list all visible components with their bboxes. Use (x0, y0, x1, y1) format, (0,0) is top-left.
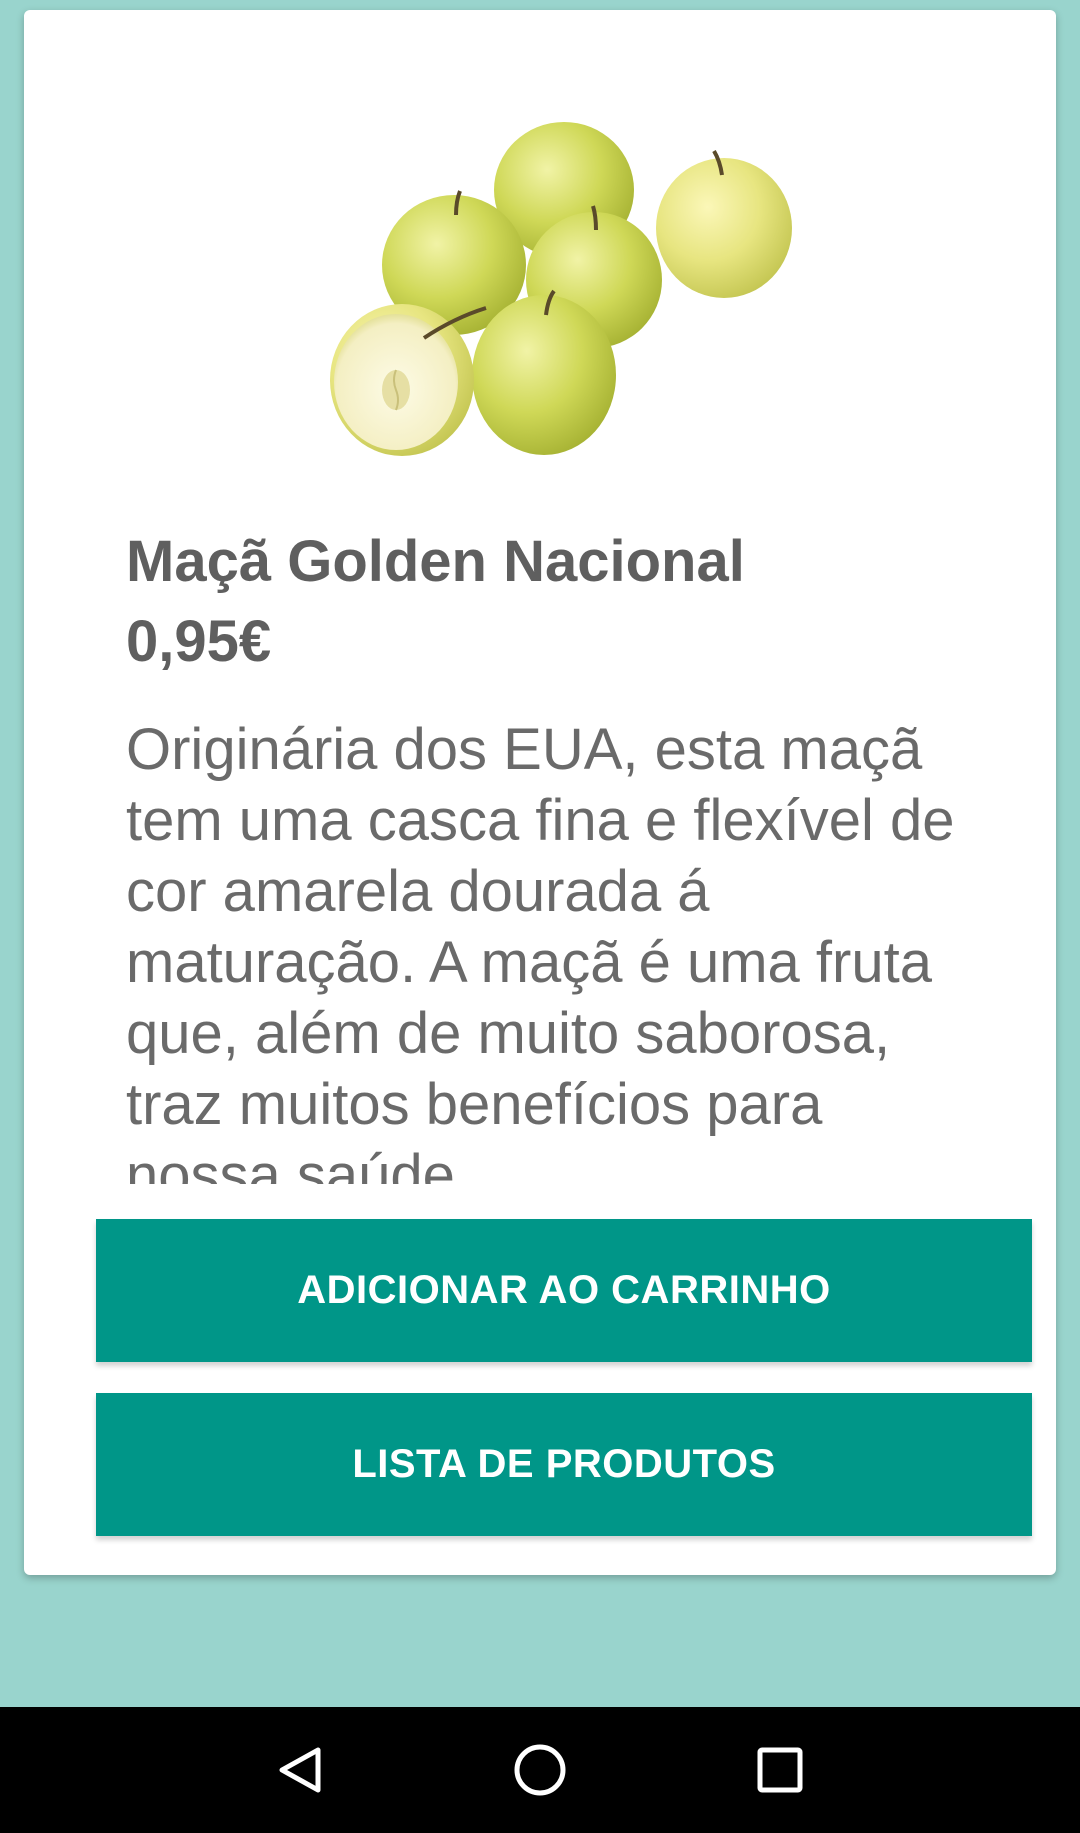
product-card: Maçã Golden Nacional 0,95€ Originária do… (24, 10, 1056, 1575)
back-button[interactable] (240, 1707, 360, 1833)
product-image (330, 122, 792, 456)
add-to-cart-button[interactable]: ADICIONAR AO CARRINHO (96, 1219, 1032, 1362)
android-navbar (0, 1707, 1080, 1833)
product-price: 0,95€ (126, 609, 272, 674)
home-circle-icon (514, 1744, 566, 1796)
recents-button[interactable] (720, 1707, 840, 1833)
back-triangle-icon (279, 1747, 321, 1793)
recents-square-icon (757, 1747, 803, 1793)
product-list-button[interactable]: LISTA DE PRODUTOS (96, 1393, 1032, 1536)
add-to-cart-label: ADICIONAR AO CARRINHO (297, 1268, 831, 1312)
product-description: Originária dos EUA, esta maçã tem uma ca… (126, 717, 955, 1184)
home-button[interactable] (480, 1707, 600, 1833)
product-name: Maçã Golden Nacional (126, 529, 745, 594)
product-list-label: LISTA DE PRODUTOS (352, 1442, 776, 1486)
